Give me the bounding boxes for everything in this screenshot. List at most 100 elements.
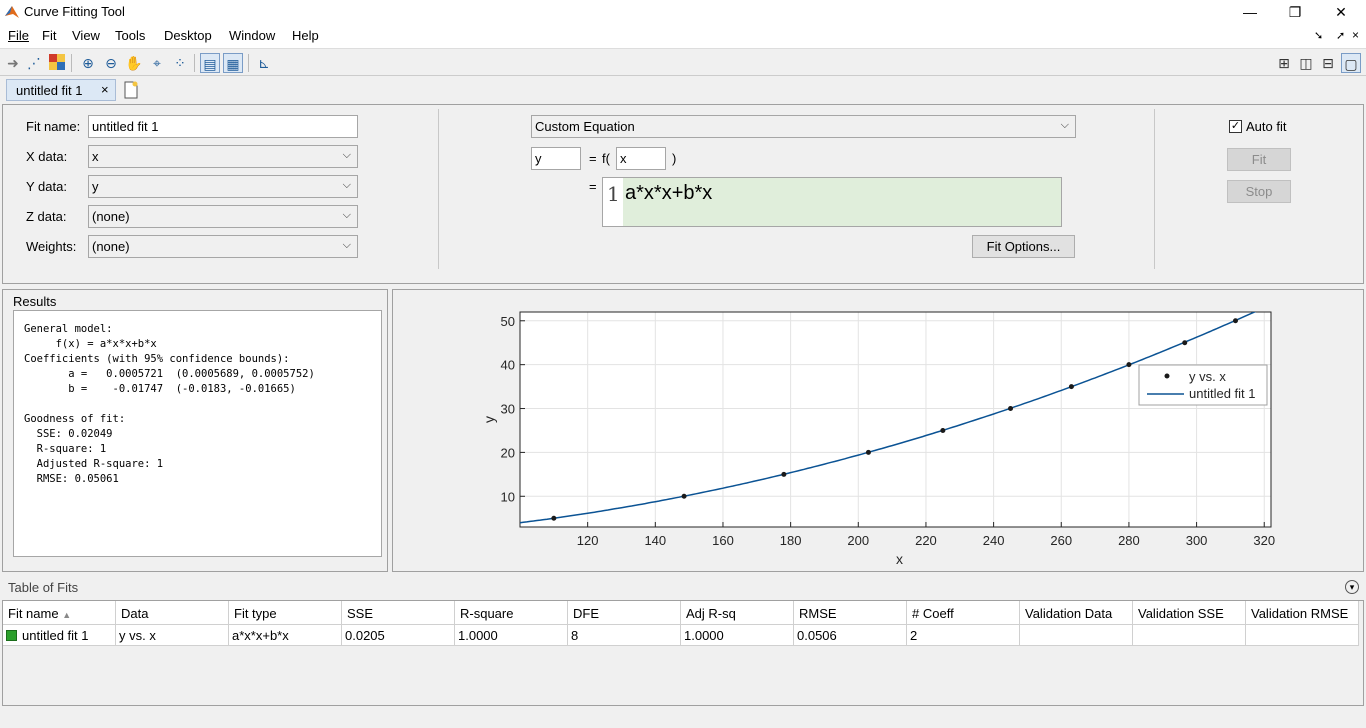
x-data-value: x (92, 149, 99, 164)
y-data-select[interactable]: y ⌵ (88, 175, 358, 198)
y-tick-label: 50 (501, 314, 515, 329)
fit-type-value: Custom Equation (535, 119, 635, 134)
results-panel: Results General model: f(x) = a*x*x+b*x … (2, 289, 388, 572)
table-cell[interactable]: untitled fit 1 (3, 625, 116, 646)
data-point (1008, 406, 1014, 412)
results-text-box[interactable]: General model: f(x) = a*x*x+b*x Coeffici… (13, 310, 382, 557)
fit-type-select[interactable]: Custom Equation ⌵ (531, 115, 1076, 138)
x-tick-label: 140 (644, 533, 666, 548)
chevron-down-icon: ⌵ (1060, 119, 1069, 131)
independent-var-input[interactable]: x (616, 147, 666, 170)
menu-desktop[interactable]: Desktop (164, 28, 212, 43)
table-cell[interactable]: 0.0205 (342, 625, 455, 646)
table-cell[interactable]: 1.0000 (681, 625, 794, 646)
fit-button[interactable]: Fit (1227, 148, 1291, 171)
x-data-select[interactable]: x ⌵ (88, 145, 358, 168)
table-cell[interactable]: 0.0506 (794, 625, 907, 646)
column-header[interactable]: # Coeff (907, 601, 1020, 625)
table-cell[interactable]: 2 (907, 625, 1020, 646)
table-title: Table of Fits (8, 580, 79, 595)
tab-untitled-fit-1[interactable]: untitled fit 1 × (6, 79, 116, 101)
chevron-down-icon: ⌵ (342, 179, 351, 191)
dock-icon[interactable]: ➚ (1336, 29, 1345, 42)
table-cell[interactable] (1020, 625, 1133, 646)
auto-fit-label: Auto fit (1246, 119, 1287, 134)
menu-fit[interactable]: Fit (42, 28, 56, 43)
table-cell[interactable]: 8 (568, 625, 681, 646)
data-icon[interactable]: ⋰ (24, 53, 44, 73)
dependent-var-input[interactable]: y (531, 147, 581, 170)
restore-icon[interactable]: ❐ (1281, 2, 1309, 22)
plot-panel: 120 140 160 180 200 220 240 260 280 300 320 10 20 30 4… (392, 289, 1364, 572)
surface-plot-icon[interactable] (47, 53, 67, 73)
table-cell[interactable]: 1.0000 (455, 625, 568, 646)
table-cell[interactable]: y vs. x (116, 625, 229, 646)
back-arrow-icon[interactable]: ➜ (3, 53, 23, 73)
new-fit-icon[interactable] (123, 81, 139, 99)
data-point (940, 427, 946, 433)
menu-file[interactable]: File (8, 28, 29, 43)
zoom-in-icon[interactable]: ⊕ (78, 53, 98, 73)
data-cursor-icon[interactable]: ⌖ (147, 53, 167, 73)
data-point (781, 471, 787, 477)
layout-rows-icon[interactable]: ⊟ (1318, 53, 1338, 73)
column-header[interactable]: Fit name ▲ (3, 601, 116, 625)
close-doc-icon[interactable]: × (1352, 28, 1359, 42)
equals-sign: = (589, 151, 597, 166)
pan-hand-icon[interactable]: ✋ (124, 53, 144, 73)
window-title: Curve Fitting Tool (24, 4, 125, 19)
fit-plot[interactable]: 120 140 160 180 200 220 240 260 280 300 320 10 20 30 4… (393, 290, 1363, 571)
table-cell[interactable] (1246, 625, 1359, 646)
column-header[interactable]: SSE (342, 601, 455, 625)
undock-icon[interactable]: ➘ (1314, 29, 1323, 42)
legend-marker-points (1164, 373, 1170, 379)
y-tick-label: 40 (501, 358, 515, 373)
collapse-icon[interactable]: ▾ (1345, 580, 1359, 594)
tab-label: untitled fit 1 (16, 83, 83, 98)
y-tick-label: 30 (501, 402, 515, 417)
minimize-icon[interactable]: — (1236, 2, 1264, 22)
layout-tile-icon[interactable]: ⊞ (1274, 53, 1294, 73)
exclude-outliers-icon[interactable]: ⁘ (170, 53, 190, 73)
menu-bar: File Fit View Tools Desktop Window Help … (0, 24, 1366, 48)
column-header[interactable]: Adj R-sq (681, 601, 794, 625)
equals-sign-2: = (589, 179, 597, 194)
menu-help[interactable]: Help (292, 28, 319, 43)
axes-limits-icon[interactable]: ⊾ (254, 53, 274, 73)
matlab-logo-icon (4, 4, 20, 20)
column-header[interactable]: R-square (455, 601, 568, 625)
data-point (1068, 384, 1074, 390)
legend-label-points: y vs. x (1189, 369, 1226, 384)
menu-window[interactable]: Window (229, 28, 275, 43)
plot-area (520, 312, 1271, 527)
column-header[interactable]: Validation Data (1020, 601, 1133, 625)
data-point (1232, 318, 1238, 324)
column-header[interactable]: Validation RMSE (1246, 601, 1359, 625)
auto-fit-checkbox[interactable]: ✓ (1229, 120, 1242, 133)
stop-button[interactable]: Stop (1227, 180, 1291, 203)
legend-toggle-icon[interactable]: ▤ (200, 53, 220, 73)
grid-toggle-icon[interactable]: ▦ (223, 53, 243, 73)
fit-options-button[interactable]: Fit Options... (972, 235, 1075, 258)
data-point (1182, 340, 1188, 346)
table-cell[interactable] (1133, 625, 1246, 646)
column-header[interactable]: DFE (568, 601, 681, 625)
column-header[interactable]: RMSE (794, 601, 907, 625)
zoom-out-icon[interactable]: ⊖ (101, 53, 121, 73)
equation-editor[interactable]: 1 a*x*x+b*x (602, 177, 1062, 227)
menu-view[interactable]: View (72, 28, 100, 43)
y-data-value: y (92, 179, 99, 194)
close-icon[interactable]: ✕ (1327, 2, 1355, 22)
fit-name-input[interactable]: untitled fit 1 (88, 115, 358, 138)
column-header[interactable]: Fit type (229, 601, 342, 625)
table-cell[interactable]: a*x*x+b*x (229, 625, 342, 646)
x-tick-label: 120 (577, 533, 599, 548)
column-header[interactable]: Validation SSE (1133, 601, 1246, 625)
layout-single-icon[interactable]: ▢ (1341, 53, 1361, 73)
menu-tools[interactable]: Tools (115, 28, 145, 43)
tab-close-icon[interactable]: × (101, 82, 109, 97)
weights-select[interactable]: (none) ⌵ (88, 235, 358, 258)
z-data-select[interactable]: (none) ⌵ (88, 205, 358, 228)
layout-columns-icon[interactable]: ◫ (1296, 53, 1316, 73)
column-header[interactable]: Data (116, 601, 229, 625)
